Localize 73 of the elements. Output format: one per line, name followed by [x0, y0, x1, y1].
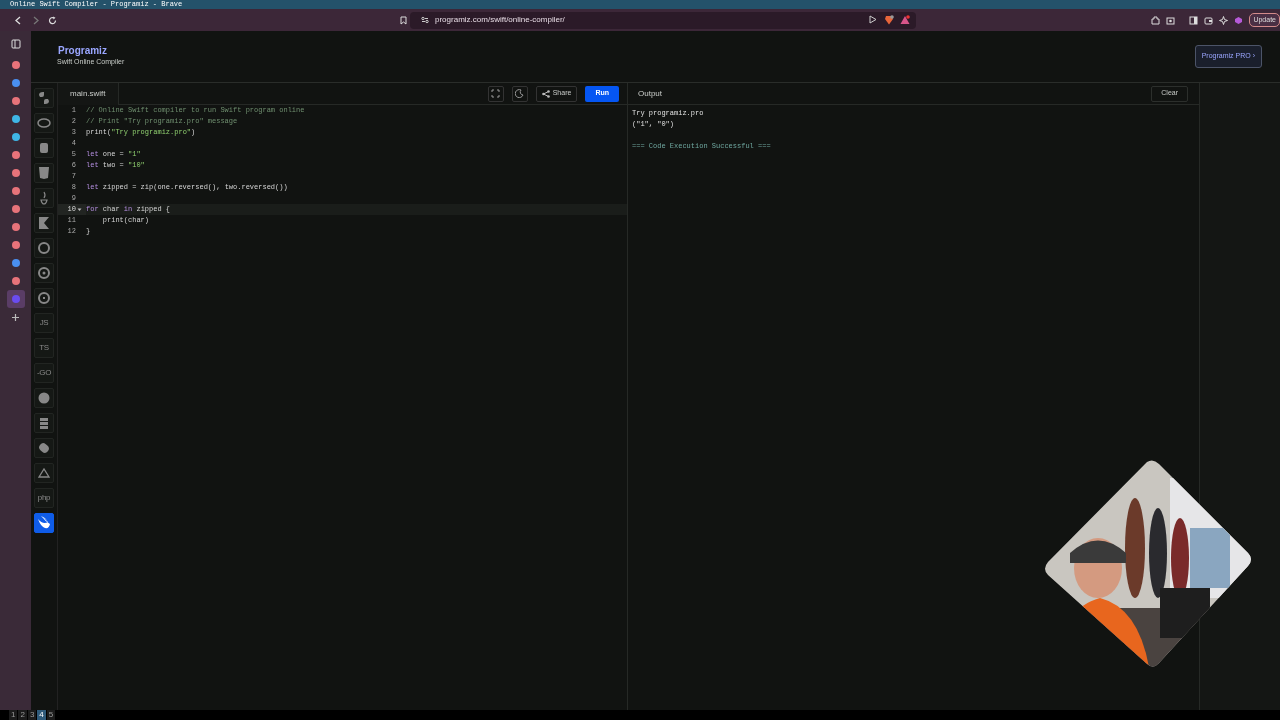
site-icon: [11, 115, 20, 123]
language-button[interactable]: [34, 438, 54, 458]
logo-icon: [36, 440, 52, 456]
logo-icon: [36, 215, 52, 231]
back-icon[interactable]: [14, 15, 23, 25]
workspace-tab[interactable]: 4: [37, 710, 46, 720]
logo-icon: [36, 90, 52, 106]
site-button[interactable]: [6, 290, 25, 308]
language-button[interactable]: [34, 88, 54, 108]
language-button[interactable]: [34, 513, 54, 533]
language-button[interactable]: [34, 238, 54, 258]
site-icon: [11, 205, 20, 213]
language-button[interactable]: -GO: [34, 363, 54, 383]
workspace-tab[interactable]: 5: [46, 710, 56, 720]
language-button[interactable]: TS: [34, 338, 54, 358]
site-icon: [11, 169, 20, 177]
reload-icon[interactable]: [48, 15, 57, 25]
logo-icon: [36, 115, 52, 131]
language-button[interactable]: [34, 413, 54, 433]
fullscreen-icon: [491, 89, 501, 98]
theme-button[interactable]: [511, 85, 528, 102]
language-button[interactable]: [34, 163, 54, 183]
logo-icon: [36, 515, 52, 531]
logo-icon: [36, 290, 52, 306]
moon-icon: [515, 89, 525, 98]
shield-icon[interactable]: [884, 15, 895, 25]
sparkle-icon[interactable]: [1219, 15, 1229, 25]
site-icon: [11, 133, 20, 141]
play-icon[interactable]: [869, 15, 879, 24]
workspace-tab[interactable]: 1: [9, 710, 18, 720]
site-icon: [11, 61, 20, 69]
language-button[interactable]: [34, 388, 54, 408]
url-text[interactable]: programiz.com/swift/online-compiler/: [435, 14, 565, 26]
workspace-tab[interactable]: 3: [27, 710, 37, 720]
language-button[interactable]: php: [34, 488, 54, 508]
site-icon: [11, 97, 20, 105]
language-button[interactable]: [34, 213, 54, 233]
bookmark-icon[interactable]: [400, 15, 407, 25]
language-button[interactable]: [34, 288, 54, 308]
site-icon: [11, 259, 20, 267]
assistant-icon[interactable]: [1234, 15, 1244, 25]
fullscreen-button[interactable]: [487, 85, 504, 102]
site-icon: [11, 151, 20, 159]
language-button[interactable]: [34, 463, 54, 483]
logo-icon: [36, 165, 52, 181]
logo-icon: [36, 390, 52, 406]
triangle-icon[interactable]: [900, 15, 911, 25]
share-icon: [541, 89, 550, 98]
workspace-tab[interactable]: 2: [18, 710, 27, 720]
site-icon: [11, 241, 20, 249]
language-button[interactable]: [34, 138, 54, 158]
forward-icon[interactable]: [31, 15, 40, 25]
fold-arrow-icon[interactable]: [77, 207, 82, 212]
language-button[interactable]: [34, 188, 54, 208]
site-settings-icon[interactable]: [421, 16, 429, 24]
add-icon[interactable]: [12, 313, 19, 321]
site-icon: [11, 277, 20, 285]
site-icon: [11, 223, 20, 231]
camera-icon[interactable]: [1166, 15, 1176, 25]
sidebar-icon[interactable]: [1189, 15, 1199, 25]
language-button[interactable]: [34, 263, 54, 283]
site-icon: [11, 295, 20, 303]
language-button[interactable]: [34, 113, 54, 133]
language-button[interactable]: JS: [34, 313, 54, 333]
site-icon: [11, 187, 20, 195]
logo-text[interactable]: Programiz: [58, 45, 125, 58]
sidebar-toggle-icon[interactable]: [10, 39, 21, 49]
site-icon: [11, 79, 20, 87]
logo-icon: [36, 240, 52, 256]
logo-icon: [36, 265, 52, 281]
file-tab[interactable]: main.swift: [58, 82, 119, 105]
panel-title: Output: [638, 87, 662, 100]
wallet-icon[interactable]: [1204, 15, 1214, 25]
